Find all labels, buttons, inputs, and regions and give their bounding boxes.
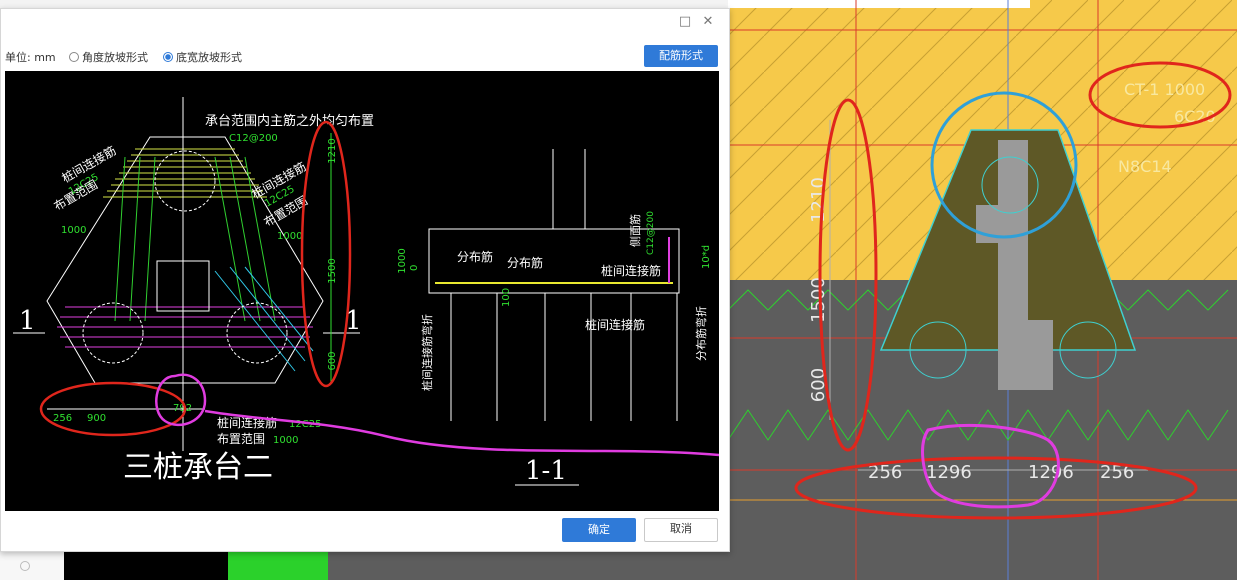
dim-900: 900 [87,413,106,424]
sec-left-bend-text: 桩间连接筋弯折 [420,314,434,391]
dim-1500: 1500 [327,258,338,283]
small-circle-icon [20,561,30,571]
cancel-button[interactable]: 取消 [644,518,718,542]
top-rebar-text: C12@200 [229,133,278,144]
sec-dim-0: 0 [409,265,420,271]
dim-1210: 1210 [327,138,338,163]
right-range-val: 1000 [277,231,302,242]
section-title: 1-1 [525,456,567,486]
radio-width-label: 底宽放坡形式 [176,51,242,64]
bg-dim-1210: 1210 [808,177,829,223]
bg-dim-1296b: 1296 [1028,462,1074,483]
top-note-text: 承台范围内主筋之外均匀布置 [205,113,374,129]
sec-side-text: 侧面筋 [628,214,642,247]
sec-conn-text: 桩间连接筋 [601,263,661,278]
bg-label-n8c14: N8C14 [1118,157,1172,176]
sec-dim-10d: 10*d [701,245,712,269]
sec-dim-1000: 1000 [397,248,408,273]
sec-right-bend-text: 分布筋弯折 [694,306,708,361]
rebar-drawing-canvas[interactable]: 1 1 承台范围内主筋之外均匀布置 C12@200 桩间连接筋 12C25 布置… [5,71,719,511]
unit-label: 单位: mm [5,51,56,64]
radio-width-slope[interactable]: 底宽放坡形式 [163,49,242,65]
sec-side-rebar: C12@200 [646,211,656,255]
ok-button[interactable]: 确定 [562,518,636,542]
sec-dist-text-1: 分布筋 [457,249,493,264]
rebar-form-button[interactable]: 配筋形式 [644,45,718,67]
magenta-arrow-line [204,409,719,457]
cap-rebar-dialog: □ ✕ 单位: mm 角度放坡形式 底宽放坡形式 配筋形式 1 1 承台范围内主… [0,8,730,552]
section-mark-left: 1 [19,306,36,336]
maximize-icon[interactable]: □ [676,13,694,31]
bottom-range-val: 1000 [273,435,298,446]
bottom-range-text: 布置范围 [217,432,265,446]
radio-circle-icon [69,52,79,62]
left-range-val: 1000 [61,225,86,236]
sec-conn-bottom-text: 桩间连接筋 [585,317,645,332]
top-gap [728,0,1030,8]
dim-256: 256 [53,413,72,424]
dim-600: 600 [327,351,338,370]
bg-dim-1296a: 1296 [926,462,972,483]
radio-angle-label: 角度放坡形式 [82,51,148,64]
cad-background-view[interactable]: 1210 1500 600 256 1296 1296 256 CT-1 100… [728,0,1237,580]
dialog-titlebar: □ ✕ [1,9,729,37]
bg-dim-1500: 1500 [808,277,829,323]
close-icon[interactable]: ✕ [699,13,717,31]
sec-dim-100: 100 [501,288,512,307]
plan-title: 三桩承台二 [123,450,273,485]
dim-792: 792 [173,403,192,414]
bg-label-ct: CT-1 1000 [1124,80,1205,99]
radio-selected-icon [163,52,173,62]
cad-drawing-canvas[interactable]: 1210 1500 600 256 1296 1296 256 CT-1 100… [728,0,1237,580]
sec-dist-text-2: 分布筋 [507,255,543,270]
underlying-app-strip [0,551,728,580]
red-ellipse-dims [300,120,352,388]
dialog-toolbar: 单位: mm 角度放坡形式 底宽放坡形式 配筋形式 [1,45,729,67]
radio-angle-slope[interactable]: 角度放坡形式 [69,49,148,65]
